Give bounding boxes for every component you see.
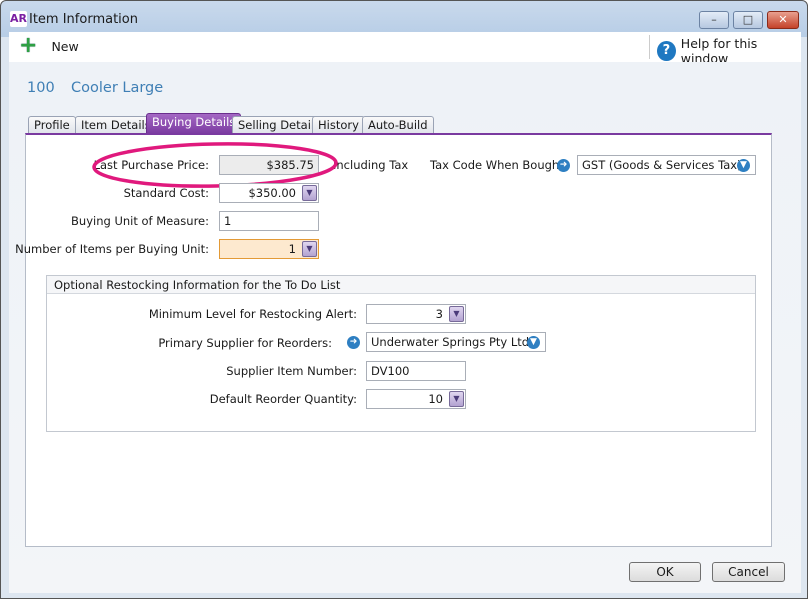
- reorder-qty-field[interactable]: 10 ▼: [366, 389, 466, 409]
- window-title: Item Information: [29, 12, 138, 27]
- supplier-item-label: Supplier Item Number:: [226, 364, 357, 378]
- chevron-down-icon[interactable]: ▼: [737, 159, 750, 172]
- supplier-label: Primary Supplier for Reorders:: [158, 336, 332, 350]
- new-label: New: [51, 38, 79, 54]
- chevron-down-icon[interactable]: ▼: [302, 185, 317, 201]
- item-name: Cooler Large: [71, 80, 164, 96]
- items-per-unit-field[interactable]: 1 ▼: [219, 239, 319, 259]
- tab-item-details[interactable]: Item Details: [75, 116, 157, 134]
- new-button[interactable]: + New: [19, 33, 79, 58]
- including-tax-label: Including Tax: [333, 158, 409, 172]
- buying-unit-field[interactable]: 1: [219, 211, 319, 231]
- items-per-unit-value: 1: [288, 242, 296, 256]
- min-level-field[interactable]: 3 ▼: [366, 304, 466, 324]
- restock-title: Optional Restocking Information for the …: [47, 276, 755, 294]
- item-number: 100: [27, 80, 55, 96]
- chevron-down-icon[interactable]: ▼: [302, 241, 317, 257]
- arrow-right-icon[interactable]: ➜: [557, 159, 570, 172]
- supplier-value: Underwater Springs Pty Ltd: [371, 335, 530, 349]
- min-level-label: Minimum Level for Restocking Alert:: [148, 307, 357, 321]
- tax-code-select[interactable]: GST (Goods & Services Tax) ▼: [577, 155, 756, 175]
- tax-code-value: GST (Goods & Services Tax): [582, 158, 742, 172]
- chevron-down-icon[interactable]: ▼: [449, 391, 464, 407]
- close-button[interactable]: ✕: [767, 11, 799, 29]
- tab-profile[interactable]: Profile: [28, 116, 76, 134]
- buying-unit-label: Buying Unit of Measure:: [71, 214, 209, 228]
- plus-icon: +: [19, 33, 38, 58]
- chevron-down-icon[interactable]: ▼: [449, 306, 464, 322]
- app-logo: AR: [10, 11, 27, 27]
- tax-code-label: Tax Code When Bought: [430, 158, 564, 172]
- min-level-value: 3: [435, 307, 443, 321]
- maximize-button[interactable]: □: [733, 11, 763, 29]
- window: AR Item Information – □ ✕ + New ? Help f…: [0, 0, 808, 599]
- arrow-right-icon[interactable]: ➜: [347, 336, 360, 349]
- reorder-qty-value: 10: [428, 392, 443, 406]
- tab-history[interactable]: History: [312, 116, 365, 134]
- standard-cost-label: Standard Cost:: [123, 186, 209, 200]
- help-icon: ?: [657, 41, 676, 61]
- cancel-button[interactable]: Cancel: [712, 562, 785, 582]
- standard-cost-value: $350.00: [248, 186, 296, 200]
- chevron-down-icon[interactable]: ▼: [527, 336, 540, 349]
- toolbar: + New ? Help for this window: [9, 32, 801, 66]
- items-per-unit-label: Number of Items per Buying Unit:: [15, 242, 209, 256]
- tab-auto-build[interactable]: Auto-Build: [362, 116, 434, 134]
- supplier-item-field[interactable]: DV100: [366, 361, 466, 381]
- reorder-qty-label: Default Reorder Quantity:: [209, 392, 357, 406]
- ok-button[interactable]: OK: [629, 562, 701, 582]
- minimize-button[interactable]: –: [699, 11, 729, 29]
- standard-cost-field[interactable]: $350.00 ▼: [219, 183, 319, 203]
- supplier-select[interactable]: Underwater Springs Pty Ltd ▼: [366, 332, 546, 352]
- tab-buying-details[interactable]: Buying Details: [146, 113, 242, 134]
